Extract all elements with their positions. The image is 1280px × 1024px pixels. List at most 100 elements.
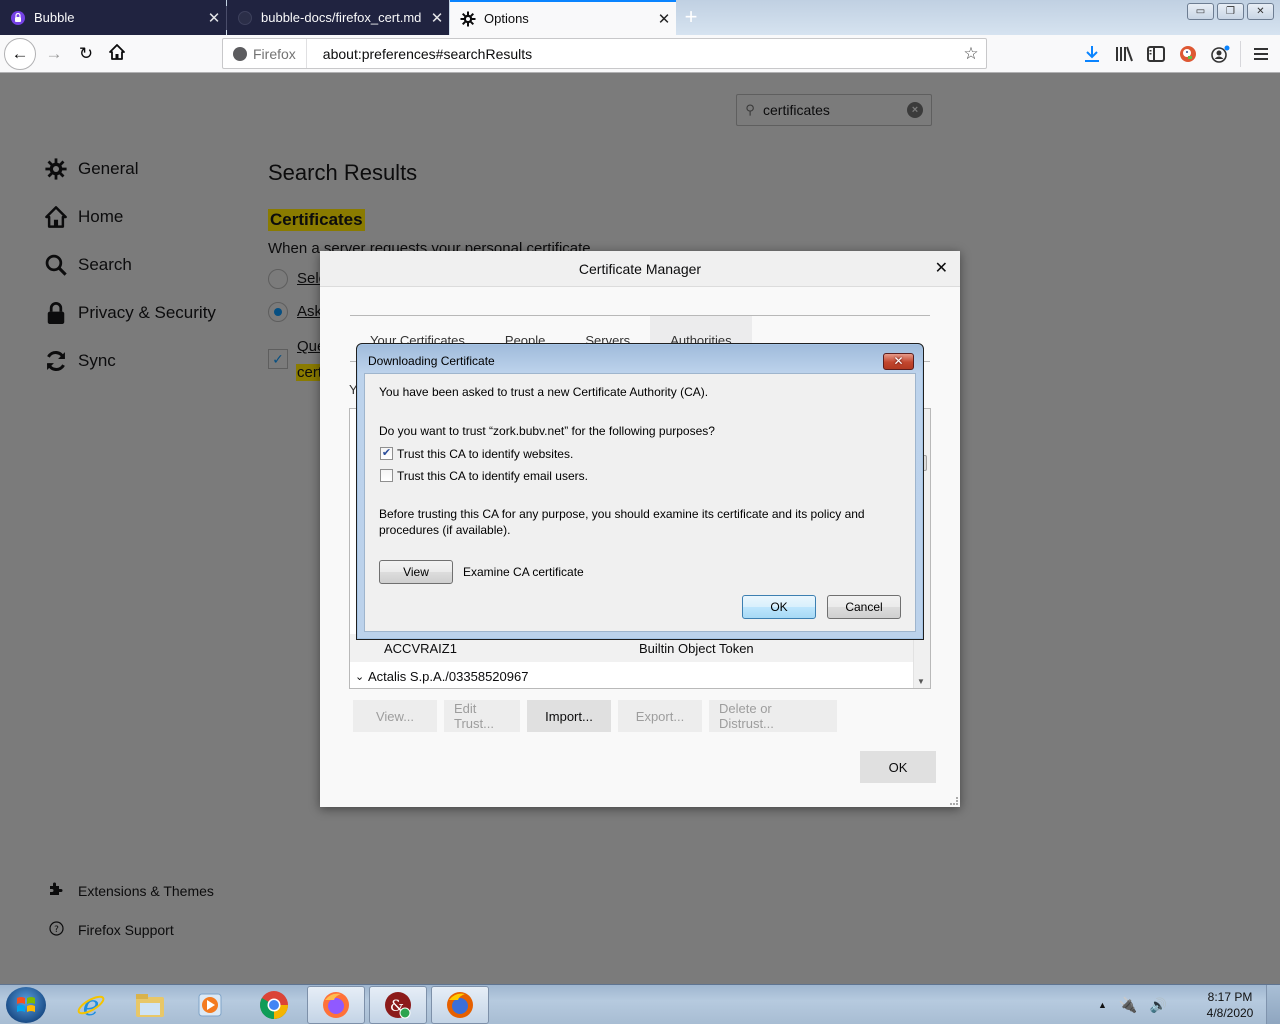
trust-email-checkbox[interactable]: [380, 469, 393, 482]
navigation-toolbar: ← → ↻ Firefox about:preferences#searchRe…: [0, 35, 1280, 73]
security-app-taskbar-button[interactable]: &: [369, 986, 427, 1024]
category-general[interactable]: General: [44, 157, 138, 181]
radio-label: Ask: [297, 303, 323, 320]
view-certificate-button[interactable]: View: [379, 560, 453, 584]
new-tab-button[interactable]: +: [680, 4, 702, 30]
firefox-taskbar-button[interactable]: [307, 986, 365, 1024]
minimize-button[interactable]: ▭: [1187, 3, 1214, 20]
dialog-title: Downloading Certificate: [368, 354, 495, 368]
delete-distrust-button[interactable]: Delete or Distrust...: [709, 700, 837, 732]
security-device: Builtin Object Token: [639, 640, 754, 656]
lock-icon: [10, 10, 26, 26]
category-search[interactable]: Search: [44, 253, 132, 277]
close-tab-button[interactable]: ✕: [202, 9, 226, 27]
footer-label: Firefox Support: [78, 922, 174, 938]
expand-chevron-icon[interactable]: ⌄: [355, 670, 364, 683]
restore-button[interactable]: ❐: [1217, 3, 1244, 20]
tab-bubble[interactable]: Bubble ✕: [0, 0, 226, 35]
identity-label: Firefox: [253, 45, 296, 62]
internet-explorer-icon[interactable]: e: [62, 986, 120, 1024]
arrow-left-icon: ←: [11, 44, 29, 63]
tab-bubble-docs[interactable]: bubble-docs/firefox_cert.md at ✕: [227, 0, 449, 35]
preferences-search-field[interactable]: ⚲ certificates ×: [736, 94, 932, 126]
firefox-icon: [447, 992, 473, 1018]
tab-label: Bubble: [34, 10, 75, 25]
tree-row[interactable]: ⌄ Actalis S.p.A./03358520967: [350, 662, 914, 690]
gear-icon: [44, 157, 68, 181]
extensions-themes-link[interactable]: Extensions & Themes: [48, 882, 214, 899]
view-button[interactable]: View...: [353, 700, 437, 732]
power-icon[interactable]: 🔌: [1119, 996, 1138, 1014]
bookmark-star-icon[interactable]: ☆: [956, 44, 986, 64]
media-player-icon[interactable]: [181, 986, 239, 1024]
import-button[interactable]: Import...: [527, 700, 611, 732]
export-button[interactable]: Export...: [618, 700, 702, 732]
account-icon[interactable]: [1209, 43, 1231, 65]
select-automatically-radio[interactable]: [268, 269, 288, 289]
close-tab-button[interactable]: ✕: [652, 10, 676, 28]
clock-date: 4/8/2020: [1206, 1006, 1254, 1020]
duckduckgo-icon[interactable]: [1177, 43, 1199, 65]
trust-websites-checkbox[interactable]: ✔: [380, 447, 393, 460]
intro-text: You have been asked to trust a new Certi…: [379, 385, 709, 399]
library-icon[interactable]: [1113, 43, 1135, 65]
toolbar-separator: [1240, 41, 1241, 67]
reload-icon: ↻: [78, 44, 94, 63]
close-dialog-button[interactable]: ✕: [883, 353, 914, 370]
firefox-taskbar-button[interactable]: [431, 986, 489, 1024]
highlight-text: cert: [296, 364, 324, 381]
volume-icon[interactable]: 🔊: [1150, 997, 1167, 1014]
security-app-icon: &: [385, 992, 411, 1019]
certificates-section-title: Certificates: [268, 209, 365, 231]
firefox-support-link[interactable]: ? Firefox Support: [48, 921, 174, 939]
reload-button[interactable]: ↻: [70, 38, 102, 70]
close-tab-button[interactable]: ✕: [425, 9, 449, 27]
ok-button[interactable]: OK: [742, 595, 816, 619]
forward-button[interactable]: →: [38, 38, 70, 70]
show-hidden-icons-button[interactable]: ▲: [1098, 1000, 1107, 1010]
tab-label: bubble-docs/firefox_cert.md at: [261, 10, 425, 25]
edit-trust-button[interactable]: Edit Trust...: [444, 700, 520, 732]
cancel-button[interactable]: Cancel: [827, 595, 901, 619]
start-button[interactable]: [6, 987, 46, 1023]
menu-icon[interactable]: [1250, 43, 1272, 65]
windows-taskbar: e & ▲ 🔌 🔊 8:17 PM 4/8/2020: [0, 984, 1280, 1024]
url-bar[interactable]: Firefox about:preferences#searchResults …: [222, 38, 987, 69]
clear-search-icon[interactable]: ×: [907, 102, 923, 118]
window-controls: ▭ ❐ ✕: [1187, 3, 1274, 20]
category-label: Home: [78, 207, 124, 226]
dialog-title: Certificate Manager: [578, 261, 702, 277]
ask-every-time-radio[interactable]: [268, 302, 288, 322]
github-icon: [237, 10, 253, 26]
identity-box[interactable]: Firefox: [223, 39, 307, 68]
close-window-button[interactable]: ✕: [1247, 3, 1274, 20]
url-input[interactable]: about:preferences#searchResults: [307, 46, 956, 62]
tab-options[interactable]: Options ✕: [450, 0, 676, 35]
puzzle-icon: [48, 882, 64, 899]
ok-button[interactable]: OK: [860, 751, 936, 783]
scroll-down-arrow-icon[interactable]: ▼: [917, 677, 925, 686]
category-sync[interactable]: Sync: [44, 349, 116, 373]
firefox-icon: [233, 46, 247, 61]
firefox-icon: [323, 992, 349, 1018]
dialog-titlebar: Certificate Manager ✕: [320, 251, 960, 287]
category-label: General: [78, 159, 139, 178]
search-input[interactable]: certificates: [763, 102, 907, 118]
category-home[interactable]: Home: [44, 205, 123, 229]
home-button[interactable]: [101, 38, 133, 70]
lock-icon: [44, 301, 68, 325]
query-ocsp-checkbox[interactable]: ✓: [268, 349, 288, 369]
chrome-icon[interactable]: [245, 986, 303, 1024]
search-icon: [44, 253, 68, 277]
sidebar-icon[interactable]: [1145, 43, 1167, 65]
close-dialog-button[interactable]: ✕: [935, 251, 948, 287]
file-explorer-icon[interactable]: [121, 986, 179, 1024]
resize-grip[interactable]: [950, 797, 958, 805]
show-desktop-button[interactable]: [1266, 985, 1280, 1024]
back-button[interactable]: ←: [4, 38, 36, 70]
home-icon: [109, 43, 125, 65]
system-clock[interactable]: 8:17 PM 4/8/2020: [1190, 989, 1270, 1021]
footer-label: Extensions & Themes: [78, 882, 214, 899]
downloads-icon[interactable]: [1081, 43, 1103, 65]
category-privacy[interactable]: Privacy & Security: [44, 301, 216, 325]
